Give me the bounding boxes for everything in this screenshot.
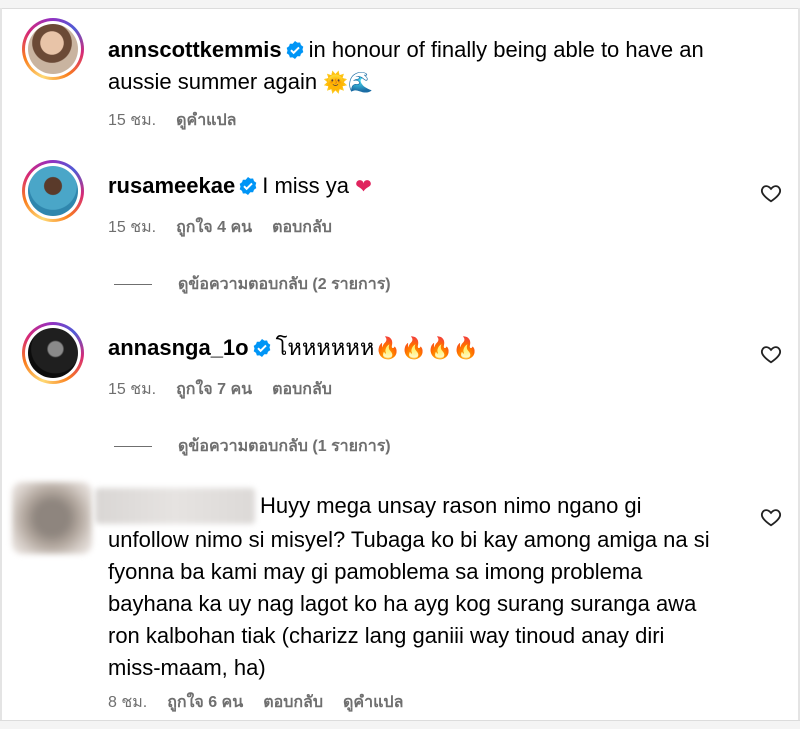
see-translation-link[interactable]: ดูคำแปล: [343, 690, 403, 715]
comment-text: I miss ya: [262, 173, 350, 198]
view-replies-link[interactable]: ดูข้อความตอบกลับ (1 รายการ): [114, 434, 391, 459]
comment-text-line: fyonna ba kami may gi pamoblema sa imong…: [108, 559, 643, 584]
sun-wave-emoji: 🌞🌊: [323, 72, 374, 94]
replies-divider-line: [114, 446, 152, 447]
username[interactable]: rusameekae: [108, 173, 235, 198]
comment-1-body: annscottkemmis in honour of finally being…: [108, 34, 704, 69]
window-top-border: [0, 0, 800, 9]
comment-2-meta: 15 ชม. ถูกใจ 4 คน ตอบกลับ: [108, 215, 332, 240]
username[interactable]: annscottkemmis: [108, 37, 282, 62]
username[interactable]: annasnga_1o: [108, 335, 249, 360]
comment-text-line: Huyy mega unsay rason nimo ngano gi: [260, 493, 642, 518]
window-left-border: [0, 8, 2, 729]
comment-4-line2: unfollow nimo si misyel? Tubaga ko bi ka…: [108, 524, 710, 556]
comment-4-line3: fyonna ba kami may gi pamoblema sa imong…: [108, 556, 642, 588]
window-bottom-border: [0, 720, 800, 729]
comment-text-line: unfollow nimo si misyel? Tubaga ko bi ka…: [108, 527, 710, 552]
comment-2-body: rusameekae I miss ya ❤: [108, 170, 372, 205]
comment-text-line: ron kalbohan tiak (charizz lang ganiii w…: [108, 623, 665, 648]
comment-1-meta: 15 ชม. ดูคำแปล: [108, 108, 236, 133]
view-replies-link[interactable]: ดูข้อความตอบกลับ (2 รายการ): [114, 272, 391, 297]
fire-emoji-group: 🔥🔥🔥🔥: [374, 337, 480, 360]
timestamp[interactable]: 8 ชม.: [108, 690, 147, 715]
timestamp[interactable]: 15 ชม.: [108, 377, 156, 402]
like-heart-icon[interactable]: [760, 506, 782, 528]
like-heart-icon[interactable]: [760, 182, 782, 204]
comment-text-line2: aussie summer again: [108, 69, 318, 94]
comment-4-meta: 8 ชม. ถูกใจ 6 คน ตอบกลับ ดูคำแปล: [108, 690, 403, 715]
comment-3-body: annasnga_1o โหหหหหห🔥🔥🔥🔥: [108, 332, 479, 367]
avatar-annasnga_1o[interactable]: [22, 322, 84, 384]
like-heart-icon[interactable]: [760, 343, 782, 365]
blurred-avatar[interactable]: [12, 482, 92, 554]
likes-count[interactable]: ถูกใจ 7 คน: [176, 377, 252, 402]
comment-1-line2: aussie summer again 🌞🌊: [108, 66, 373, 99]
avatar-annscottkemmis[interactable]: [22, 18, 84, 80]
comment-4-line1: Huyy mega unsay rason nimo ngano gi: [260, 490, 642, 522]
replies-divider-line: [114, 284, 152, 285]
comment-text: โหหหหหห: [275, 335, 375, 360]
comment-4-line5: ron kalbohan tiak (charizz lang ganiii w…: [108, 620, 664, 652]
comment-text-line1: in honour of finally being able to have …: [308, 37, 704, 62]
view-replies-label[interactable]: ดูข้อความตอบกลับ (2 รายการ): [178, 272, 391, 297]
reply-button[interactable]: ตอบกลับ: [263, 690, 323, 715]
verified-badge-icon: [252, 335, 272, 367]
reply-button[interactable]: ตอบกลับ: [272, 215, 332, 240]
comment-4-line6: miss-maam, ha): [108, 652, 266, 684]
see-translation-link[interactable]: ดูคำแปล: [176, 108, 236, 133]
comment-3-meta: 15 ชม. ถูกใจ 7 คน ตอบกลับ: [108, 377, 332, 402]
likes-count[interactable]: ถูกใจ 4 คน: [176, 215, 252, 240]
reply-button[interactable]: ตอบกลับ: [272, 377, 332, 402]
timestamp[interactable]: 15 ชม.: [108, 215, 156, 240]
view-replies-label[interactable]: ดูข้อความตอบกลับ (1 รายการ): [178, 434, 391, 459]
red-heart-emoji: ❤: [355, 176, 372, 198]
comment-text-line: miss-maam, ha): [108, 655, 266, 680]
likes-count[interactable]: ถูกใจ 6 คน: [167, 690, 243, 715]
comment-text-line: bayhana ka uy nag lagot ko ha ayg kog su…: [108, 591, 697, 616]
avatar-rusameekae[interactable]: [22, 160, 84, 222]
verified-badge-icon: [238, 173, 258, 205]
verified-badge-icon: [285, 37, 305, 69]
comment-4-line4: bayhana ka uy nag lagot ko ha ayg kog su…: [108, 588, 696, 620]
timestamp[interactable]: 15 ชม.: [108, 108, 156, 133]
blurred-username[interactable]: [95, 488, 255, 524]
